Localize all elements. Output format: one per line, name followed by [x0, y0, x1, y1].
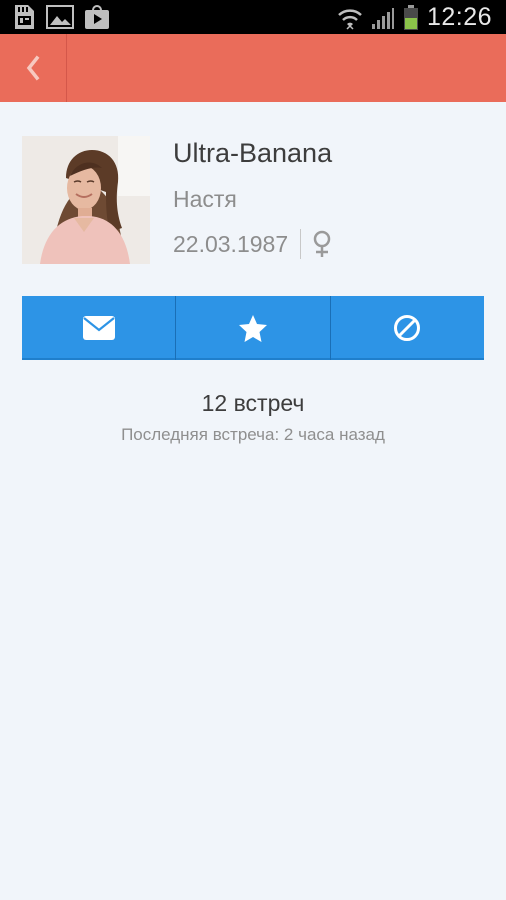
- real-name: Настя: [173, 186, 237, 212]
- action-bar: [22, 296, 484, 360]
- block-icon: [394, 315, 421, 341]
- app-bar: [0, 34, 506, 102]
- female-icon: [313, 230, 331, 257]
- avatar: [22, 136, 150, 264]
- favorite-button[interactable]: [175, 296, 330, 360]
- sd-card-icon: [15, 5, 34, 29]
- username: Ultra-Banana: [173, 138, 333, 168]
- status-time: 12:26: [426, 3, 492, 31]
- status-right-icons: 12:26: [337, 3, 492, 32]
- envelope-icon: [82, 316, 115, 340]
- signal-icon: [371, 7, 394, 29]
- message-button[interactable]: [22, 296, 176, 360]
- meetings-count: 12 встреч: [201, 390, 305, 416]
- birth-date: 22.03.1987: [173, 231, 289, 257]
- block-button[interactable]: [329, 296, 484, 360]
- avatar-photo: [22, 136, 150, 264]
- star-icon: [238, 315, 267, 342]
- last-meeting: Последняя встреча: 2 часа назад: [121, 425, 385, 444]
- divider: [300, 229, 302, 259]
- profile-card: Ultra-Banana Настя 22.03.1987: [22, 136, 484, 264]
- play-store-icon: [85, 5, 109, 29]
- status-bar: 12:26: [0, 0, 506, 34]
- back-button[interactable]: [0, 34, 67, 102]
- battery-icon: [403, 4, 418, 30]
- chevron-left-icon: [26, 55, 40, 81]
- wifi-icon: [338, 8, 362, 30]
- gallery-icon: [46, 5, 74, 29]
- status-left-icons: [12, 4, 110, 30]
- birth-date-row: 22.03.1987: [173, 229, 333, 259]
